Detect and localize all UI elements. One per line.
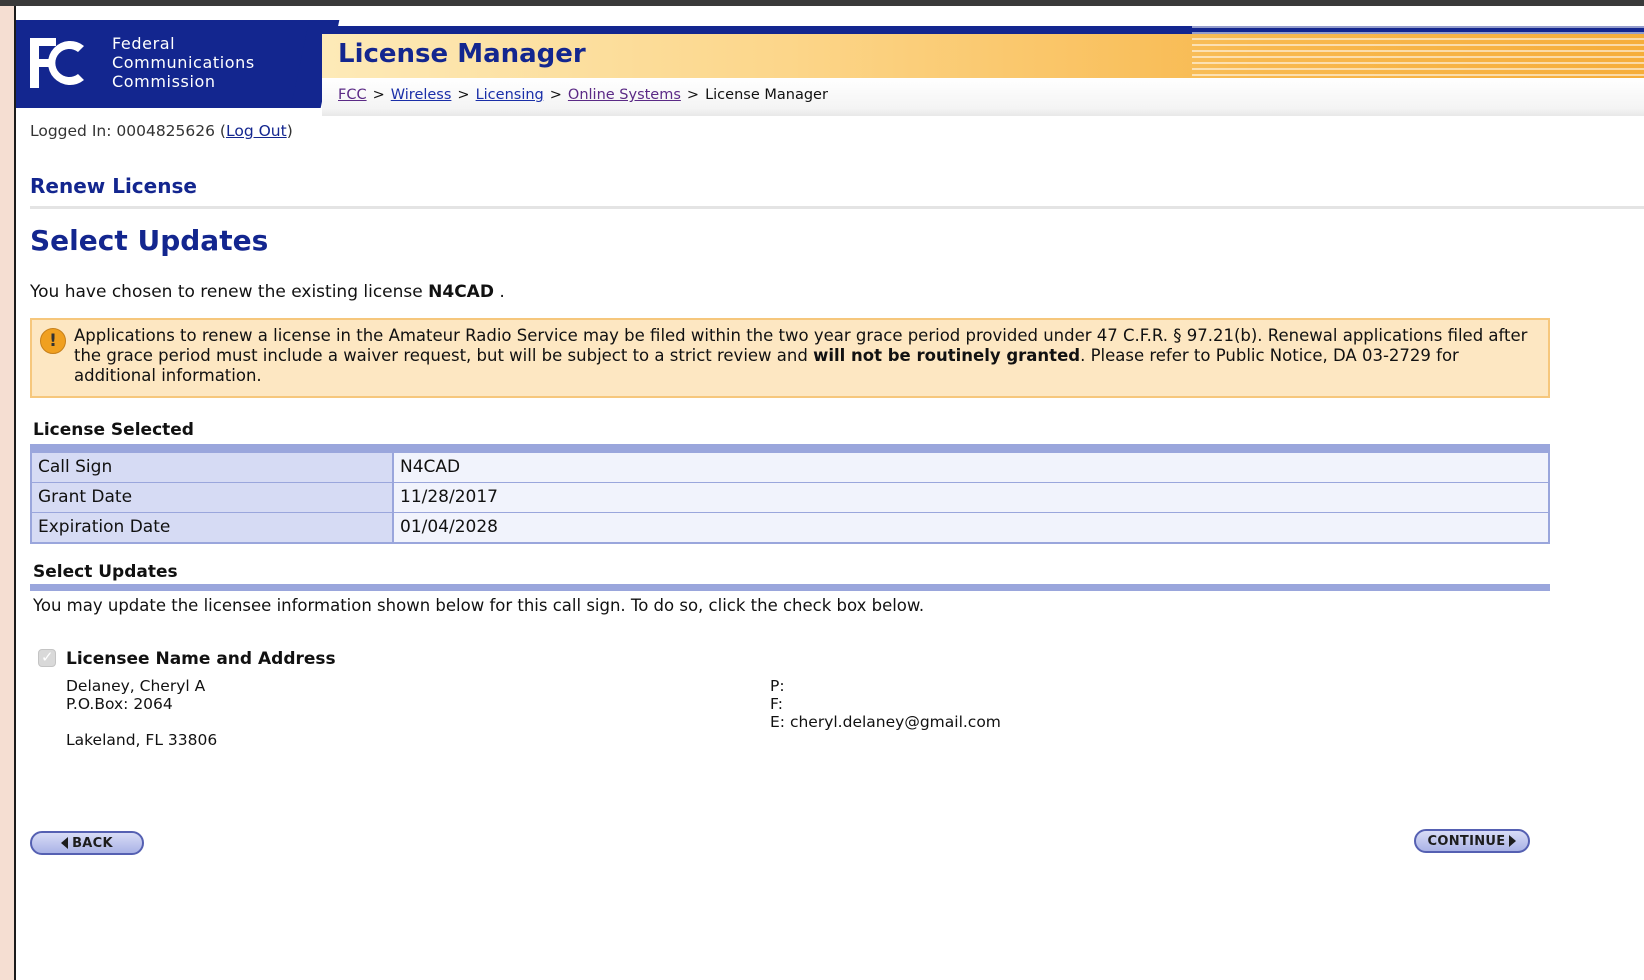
update-instructions: You may update the licensee information … — [33, 596, 925, 615]
email-row: E: cheryl.delaney@gmail.com — [770, 713, 1001, 731]
table-cell-value: 01/04/2028 — [394, 513, 1548, 542]
fcc-logo-icon — [30, 38, 84, 88]
table-row: Call Sign N4CAD — [32, 453, 1548, 482]
table-cell-label: Grant Date — [32, 483, 394, 512]
email-label: E: — [770, 713, 786, 731]
breadcrumb-link-fcc[interactable]: FCC — [338, 87, 367, 103]
page: Federal Communications Commission Licens… — [14, 6, 1644, 980]
breadcrumb-link-online-systems[interactable]: Online Systems — [568, 87, 681, 103]
fax-label: F: — [770, 695, 783, 713]
agency-name-line: Communications — [112, 53, 255, 72]
breadcrumb-link-wireless[interactable]: Wireless — [391, 87, 452, 103]
back-button-label: BACK — [72, 835, 113, 851]
alert-text-bold: will not be routinely granted — [813, 346, 1081, 365]
intro-call-sign: N4CAD — [428, 282, 494, 302]
breadcrumb-bar: FCC > Wireless > Licensing > Online Systems > Li… — [322, 78, 1644, 116]
intro-suffix: . — [493, 282, 505, 302]
app-title-bar: License Manager — [322, 26, 1644, 78]
licensee-address: Delaney, Cheryl A P.O.Box: 2064 Lakeland… — [66, 677, 217, 749]
address-line: Delaney, Cheryl A — [66, 677, 206, 695]
logged-in-close: ) — [286, 122, 293, 140]
logged-in-label: Logged In: 0004825626 ( — [30, 122, 226, 140]
login-status: Logged In: 0004825626 (Log Out) — [30, 122, 293, 140]
table-cell-value: N4CAD — [394, 453, 1548, 482]
agency-name-line: Commission — [112, 72, 216, 91]
fcc-logo[interactable]: Federal Communications Commission — [16, 20, 316, 108]
continue-button-label: CONTINUE — [1427, 833, 1506, 849]
table-cell-value: 11/28/2017 — [394, 483, 1548, 512]
licensee-checkbox-label[interactable]: Licensee Name and Address — [66, 649, 336, 669]
select-updates-heading: Select Updates — [33, 562, 178, 582]
table-row: Grant Date 11/28/2017 — [32, 482, 1548, 512]
licensee-checkbox[interactable] — [38, 648, 56, 667]
phone-row: P: — [770, 677, 1001, 695]
breadcrumb-separator: > — [686, 87, 700, 103]
breadcrumb: FCC > Wireless > Licensing > Online Systems > Li… — [338, 87, 828, 103]
section-title: Renew License — [30, 174, 197, 198]
caret-left-icon — [61, 837, 69, 849]
section-bar — [30, 584, 1550, 591]
intro-text: You have chosen to renew the existing li… — [30, 282, 505, 302]
table-cell-label: Expiration Date — [32, 513, 394, 542]
breadcrumb-separator: > — [549, 87, 562, 103]
breadcrumb-separator: > — [372, 87, 385, 103]
breadcrumb-current: License Manager — [705, 87, 828, 103]
table-row: Expiration Date 01/04/2028 — [32, 512, 1548, 542]
licensee-contact: P: F: E: cheryl.delaney@gmail.com — [770, 677, 1001, 731]
intro-prefix: You have chosen to renew the existing li… — [30, 282, 429, 302]
phone-label: P: — [770, 677, 785, 695]
grace-period-alert: Applications to renew a license in the A… — [30, 318, 1550, 398]
breadcrumb-link-licensing[interactable]: Licensing — [476, 87, 544, 103]
address-line: P.O.Box: 2064 — [66, 695, 173, 713]
address-line — [66, 713, 217, 731]
alert-text: Applications to renew a license in the A… — [74, 326, 1534, 386]
divider — [30, 206, 1644, 209]
agency-name-line: Federal — [112, 34, 176, 53]
fax-row: F: — [770, 695, 1001, 713]
table-cell-label: Call Sign — [32, 453, 394, 482]
license-table: Call Sign N4CAD Grant Date 11/28/2017 Ex… — [30, 444, 1550, 544]
continue-button[interactable]: CONTINUE — [1414, 829, 1530, 853]
agency-name: Federal Communications Commission — [112, 34, 255, 91]
page-title: Select Updates — [30, 224, 269, 257]
email-value: cheryl.delaney@gmail.com — [789, 713, 1001, 731]
logout-link[interactable]: Log Out — [226, 122, 287, 140]
back-button[interactable]: BACK — [30, 831, 144, 855]
caret-right-icon — [1509, 835, 1517, 847]
address-line: Lakeland, FL 33806 — [66, 731, 218, 749]
site-header: Federal Communications Commission Licens… — [16, 16, 1644, 116]
app-title: License Manager — [338, 39, 586, 69]
breadcrumb-separator: > — [457, 87, 470, 103]
exclamation-icon — [40, 328, 66, 354]
license-selected-heading: License Selected — [33, 420, 194, 440]
